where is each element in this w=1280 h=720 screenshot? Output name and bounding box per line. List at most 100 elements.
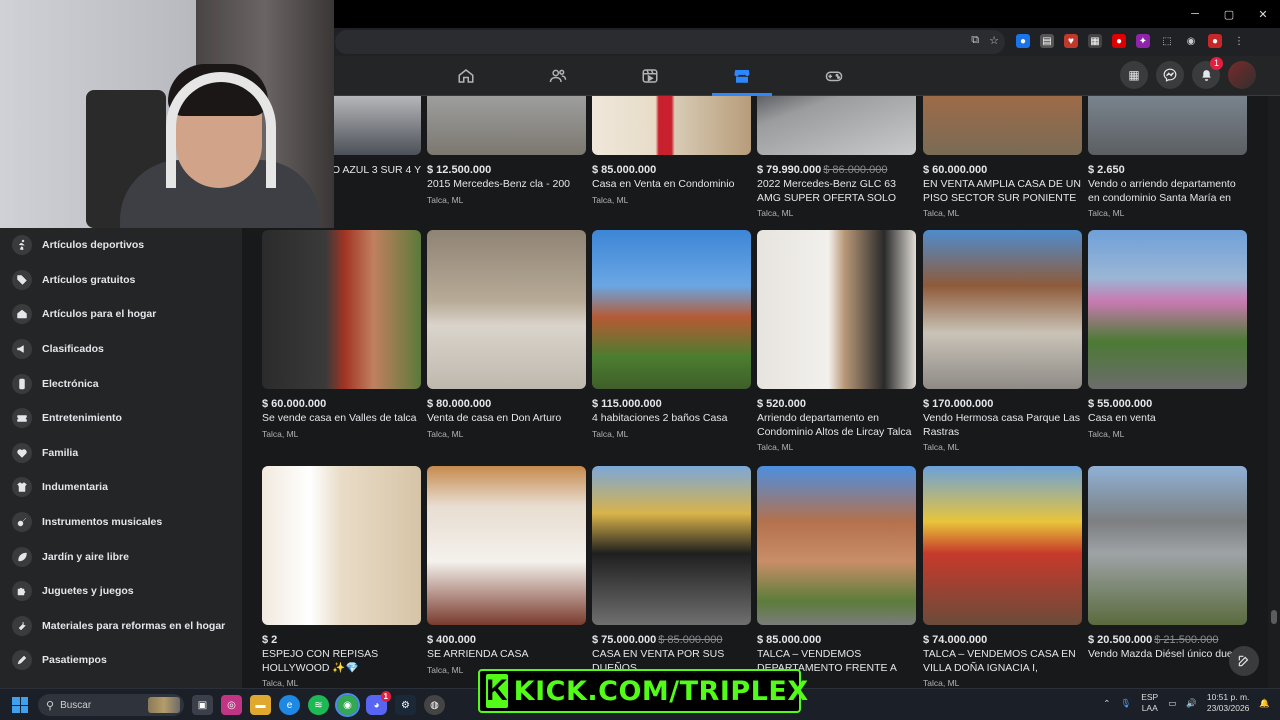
puzzle-icon[interactable]: ⬚ bbox=[1160, 34, 1174, 48]
listing-photo[interactable] bbox=[757, 466, 916, 625]
page-scrollbar[interactable] bbox=[1268, 96, 1280, 688]
sidebar-category-item[interactable]: Entretenimiento bbox=[0, 401, 242, 436]
listing-card[interactable]: $ 85.000.000 Casa en Venta en Condominio T… bbox=[592, 96, 751, 205]
menu-grid-button[interactable]: ▦ bbox=[1120, 61, 1148, 89]
edge-icon[interactable]: e bbox=[279, 695, 300, 715]
listing-card[interactable]: $ 170.000.000 Vendo Hermosa casa Parque L… bbox=[923, 230, 1082, 452]
listing-card[interactable]: $ 79.990.000 $ 86.000.000 2022 Mercedes-Be… bbox=[757, 96, 916, 218]
bookmark-star-icon[interactable]: ☆ bbox=[989, 34, 999, 47]
listing-card[interactable]: $ 60.000.000 EN VENTA AMPLIA CASA DE UN P… bbox=[923, 96, 1082, 218]
steam-icon[interactable]: ⚙ bbox=[395, 695, 416, 715]
listing-price: $ 20.500.000 bbox=[1088, 634, 1153, 646]
sidebar-category-item[interactable]: Instrumentos musicales bbox=[0, 505, 242, 540]
listing-photo[interactable] bbox=[757, 230, 916, 389]
sidebar-category-item[interactable]: Electrónica bbox=[0, 366, 242, 401]
account-avatar[interactable] bbox=[1228, 61, 1256, 89]
sidebar-category-item[interactable]: Artículos deportivos bbox=[0, 228, 242, 263]
listing-card[interactable]: $ 400.000 SE ARRIENDA CASA Talca, ML bbox=[427, 466, 586, 675]
notifications-center-icon[interactable]: 🔔 bbox=[1259, 698, 1270, 709]
listing-photo[interactable] bbox=[592, 230, 751, 389]
minimize-icon[interactable]: ─ bbox=[1178, 0, 1212, 28]
messenger-button[interactable] bbox=[1156, 61, 1184, 89]
listing-photo[interactable] bbox=[592, 96, 751, 155]
listing-photo[interactable] bbox=[427, 466, 586, 625]
listing-card[interactable]: $ 85.000.000 TALCA – VENDEMOS DEPARTAMENT… bbox=[757, 466, 916, 678]
listing-location: Talca, ML bbox=[262, 428, 299, 439]
sidebar-category-item[interactable]: Artículos para el hogar bbox=[0, 297, 242, 332]
listing-card[interactable]: $ 60.000.000 Se vende casa en Valles de t… bbox=[262, 230, 421, 439]
compose-button[interactable] bbox=[1229, 646, 1259, 676]
nav-gaming[interactable] bbox=[788, 56, 880, 96]
listing-card[interactable]: $ 2 ESPEJO CON REPISAS HOLLYWOOD ✨💎 Talca,… bbox=[262, 466, 421, 688]
extension-icon[interactable]: ♥ bbox=[1064, 34, 1078, 48]
listing-card[interactable]: $ 115.000.000 4 habitaciones 2 baños Casa… bbox=[592, 230, 751, 439]
chevron-up-icon[interactable]: ⌃ bbox=[1103, 698, 1110, 709]
sidebar-category-item[interactable]: Artículos gratuitos bbox=[0, 263, 242, 298]
notifications-button[interactable]: 1 bbox=[1192, 57, 1223, 89]
sidebar-category-item[interactable]: Juguetes y juegos bbox=[0, 574, 242, 609]
extension-icon[interactable]: ● bbox=[1016, 34, 1030, 48]
extension-icon[interactable]: ▦ bbox=[1088, 34, 1102, 48]
listing-photo[interactable] bbox=[427, 96, 586, 155]
listing-card[interactable]: $ 80.000.000 Venta de casa en Don Arturo T… bbox=[427, 230, 586, 439]
listing-title: ESPEJO CON REPISAS HOLLYWOOD ✨💎 bbox=[262, 648, 379, 674]
listing-card[interactable]: $ 2.650 Vendo o arriendo departamento en … bbox=[1088, 96, 1247, 218]
microphone-icon[interactable]: 🎙 bbox=[1120, 698, 1131, 709]
listing-photo[interactable] bbox=[1088, 466, 1247, 625]
scrollbar-thumb[interactable] bbox=[1271, 610, 1277, 624]
profile-avatar-icon[interactable]: ● bbox=[1208, 34, 1222, 48]
clock[interactable]: 10:51 p. m. 23/03/2026 bbox=[1207, 692, 1250, 714]
nav-friends[interactable] bbox=[512, 56, 604, 96]
menu-kebab-icon[interactable]: ⋮ bbox=[1232, 34, 1246, 48]
bell-icon bbox=[1201, 69, 1211, 81]
instagram-icon[interactable]: ◎ bbox=[221, 695, 242, 715]
listing-card[interactable]: $ 12.500.000 2015 Mercedes-Benz cla - 200… bbox=[427, 96, 586, 205]
sidebar-category-item[interactable]: Clasificados bbox=[0, 332, 242, 367]
listing-card[interactable]: $ 520.000 Arriendo departamento en Condom… bbox=[757, 230, 916, 452]
install-app-icon[interactable]: ⧉ bbox=[971, 34, 979, 47]
language-indicator[interactable]: ESP LAA bbox=[1141, 692, 1158, 714]
maximize-icon[interactable]: ▢ bbox=[1212, 0, 1246, 28]
listing-title: Se vende casa en Valles de talca bbox=[262, 412, 417, 424]
shirt-icon bbox=[12, 477, 32, 498]
nav-video[interactable] bbox=[604, 56, 696, 96]
listing-photo[interactable] bbox=[262, 466, 421, 625]
extension-icon[interactable]: ● bbox=[1112, 34, 1126, 48]
listing-card[interactable]: $ 74.000.000 TALCA – VENDEMOS CASA EN VIL… bbox=[923, 466, 1082, 688]
listing-photo[interactable] bbox=[262, 230, 421, 389]
taskbar-search[interactable]: ⚲ Buscar bbox=[38, 694, 184, 716]
sidebar-category-item[interactable]: Materiales para reformas en el hogar bbox=[0, 609, 242, 644]
network-icon[interactable]: ▭ bbox=[1168, 698, 1176, 709]
listing-card[interactable]: $ 55.000.000 Casa en venta Talca, ML bbox=[1088, 230, 1247, 439]
store-icon[interactable]: ▣ bbox=[192, 695, 213, 715]
file-explorer-icon[interactable]: ▬ bbox=[250, 695, 271, 715]
listing-photo[interactable] bbox=[427, 230, 586, 389]
sidebar-category-item[interactable]: Pasatiempos bbox=[0, 643, 242, 678]
close-icon[interactable]: ✕ bbox=[1246, 0, 1280, 28]
chrome-icon[interactable]: ◉ bbox=[335, 693, 360, 717]
listing-photo[interactable] bbox=[923, 466, 1082, 625]
volume-icon[interactable]: 🔊 bbox=[1186, 698, 1197, 709]
sidebar-category-item[interactable]: Jardín y aire libre bbox=[0, 539, 242, 574]
listing-photo[interactable] bbox=[923, 96, 1082, 155]
listing-card[interactable]: $ 75.000.000 $ 85.000.000 CASA EN VENTA PO… bbox=[592, 466, 751, 688]
nav-marketplace[interactable] bbox=[696, 56, 788, 96]
listing-photo[interactable] bbox=[923, 230, 1082, 389]
listing-photo[interactable] bbox=[592, 466, 751, 625]
extension-icon[interactable]: ✦ bbox=[1136, 34, 1150, 48]
listing-photo[interactable] bbox=[1088, 230, 1247, 389]
listing-photo[interactable] bbox=[757, 96, 916, 155]
listing-photo[interactable] bbox=[1088, 96, 1247, 155]
nav-home[interactable] bbox=[420, 56, 512, 96]
profile-sync-icon[interactable]: ◉ bbox=[1184, 34, 1198, 48]
spotify-icon[interactable]: ≋ bbox=[308, 695, 329, 715]
grid-icon: ▦ bbox=[1128, 68, 1140, 82]
sidebar-category-item[interactable]: Familia bbox=[0, 436, 242, 471]
address-bar[interactable]: ⧉ ☆ bbox=[335, 30, 1005, 54]
extension-icon[interactable]: ▤ bbox=[1040, 34, 1054, 48]
listing-card[interactable]: $ 20.500.000 $ 21.500.000 Vendo Mazda Diés… bbox=[1088, 466, 1247, 665]
discord-icon[interactable]: ◕ 1 bbox=[366, 691, 391, 715]
sidebar-category-item[interactable]: Indumentaria bbox=[0, 470, 242, 505]
obs-icon[interactable]: ◍ bbox=[424, 695, 445, 715]
windows-start-icon[interactable] bbox=[12, 697, 28, 713]
